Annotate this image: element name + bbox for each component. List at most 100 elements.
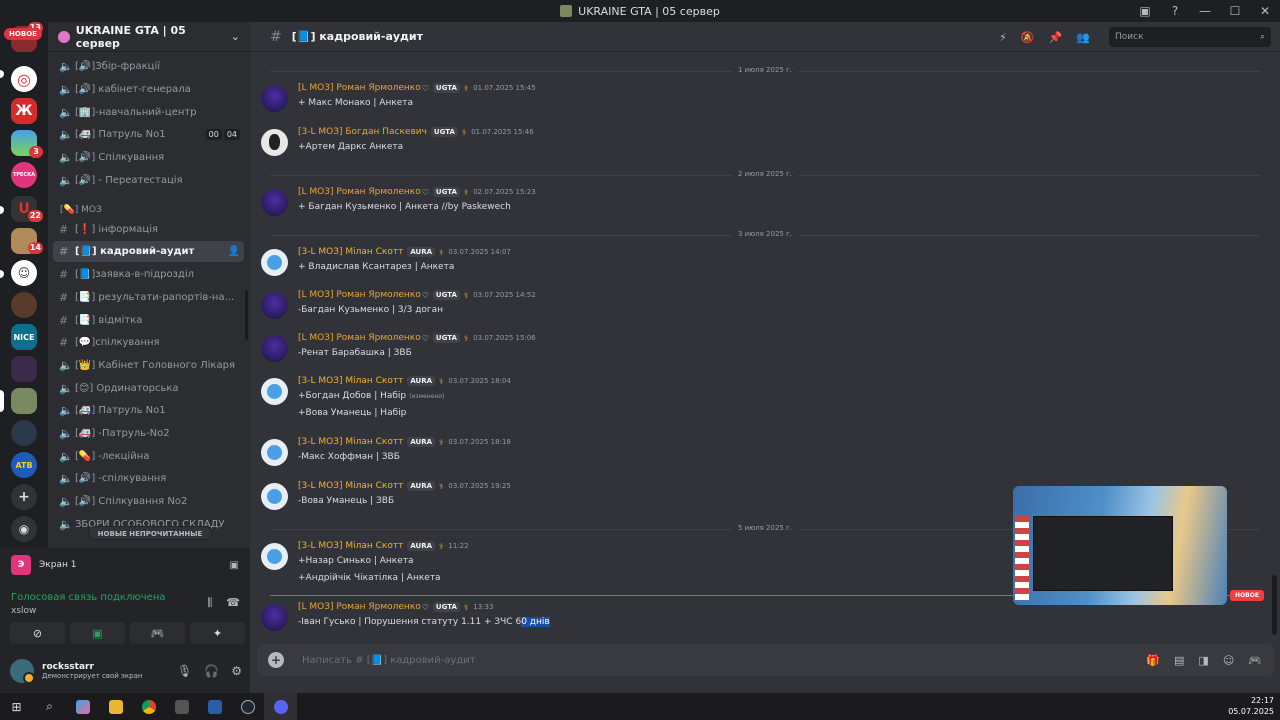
notifications-icon[interactable]: 🔕 [1021,31,1035,44]
avatar[interactable] [261,292,288,319]
server-tag[interactable]: AURA [407,541,436,551]
apps-icon[interactable]: 🎮 [1248,654,1262,667]
avatar[interactable] [261,483,288,510]
channel-voice[interactable]: 🔈 [🚑] Патруль No1 [53,400,244,421]
camera-button[interactable]: ⊘ [10,622,65,644]
author-name[interactable]: [3-L МОЗ] Богдан Паскевич [298,127,427,137]
channel-voice[interactable]: 🔈 [🔊] -спілкування [53,468,244,489]
disconnect-icon[interactable]: ☎ [226,596,240,610]
screen-share-button[interactable]: ▣ [70,622,125,644]
server-tag[interactable]: UGTA [432,83,460,93]
author-name[interactable]: [L МОЗ] Роман Ярмоленко [298,187,421,197]
channel-voice[interactable]: 🔈 [🔊]Збір-фракції [53,56,244,77]
channel-voice[interactable]: 🔈 [🔊] - Переатестація [53,170,244,191]
channel-voice-patrol[interactable]: 🔈 [🚑] Патруль No1 00 04 [53,124,244,145]
file-explorer-icon[interactable] [99,693,132,720]
server-8[interactable]: ☺ [11,260,37,286]
maximize-icon[interactable]: ☐ [1220,4,1250,18]
voice-channel[interactable]: xslow [11,606,36,616]
steam-icon[interactable] [231,693,264,720]
gear-icon[interactable]: ⚙ [231,664,242,678]
server-tag[interactable]: AURA [407,247,436,257]
author-name[interactable]: [3-L МОЗ] Мілан Скотт [298,437,403,447]
avatar[interactable] [261,439,288,466]
avatar[interactable] [261,378,288,405]
stream-preview[interactable] [1013,486,1227,605]
pin-icon[interactable]: 📌 [1049,31,1063,44]
system-clock[interactable]: 22:17 05.07.2025 [1228,695,1274,717]
channel-voice[interactable]: 🔈 [👑] Кабінет Головного Лікаря [53,355,244,376]
add-server-icon[interactable]: + [11,484,37,510]
server-tag[interactable]: AURA [407,437,436,447]
voice-status[interactable]: Голосовая связь подключена [11,592,166,603]
channel-voice[interactable]: 🔈 [🏢]-навчальний-центр [53,102,244,123]
microphone-icon[interactable]: 🎙 [177,664,192,678]
copilot-icon[interactable] [66,693,99,720]
channel-text[interactable]: # [📑] відмітка [53,310,244,331]
user-row[interactable]: rocksstarr Демонстрирует свой экран 🎙 🎧 … [10,656,242,686]
discord-icon[interactable] [264,693,297,720]
channel-text[interactable]: # [❗] інформація [53,219,244,240]
message-input[interactable]: Написать # [📘] кадровий-аудит [302,655,476,666]
server-3[interactable]: Ж [11,98,37,124]
guild-header[interactable]: UKRAINE GTA | 05 сервер ⌄ [48,22,250,52]
channel-scrollbar[interactable] [245,290,248,340]
server-atb[interactable]: ATB [11,452,37,478]
search-input[interactable]: Поиск ⌕ [1109,27,1271,47]
calculator-icon[interactable] [165,693,198,720]
author-name[interactable]: [L МОЗ] Роман Ярмоленко [298,333,421,343]
channel-text[interactable]: # [📑] результати-рапортів-на... [53,287,244,308]
stream-card[interactable]: Э Экран 1 ▣ [5,550,245,580]
avatar[interactable] [261,129,288,156]
attach-icon[interactable]: + [268,652,284,668]
threads-icon[interactable]: ⚡ [999,31,1007,44]
author-name[interactable]: [3-L МОЗ] Мілан Скотт [298,481,403,491]
channel-voice[interactable]: 🔈 [🔊] кабінет-генерала [53,79,244,100]
headphones-icon[interactable]: 🎧 [204,664,219,678]
author-name[interactable]: [3-L МОЗ] Мілан Скотт [298,247,403,257]
author-name[interactable]: [L МОЗ] Роман Ярмоленко [298,290,421,300]
message-scrollbar[interactable] [1272,575,1277,635]
avatar[interactable] [261,85,288,112]
stop-stream-icon[interactable]: ▣ [230,560,239,571]
avatar[interactable] [261,543,288,570]
help-icon[interactable]: ? [1160,4,1190,18]
author-name[interactable]: [3-L МОЗ] Мілан Скотт [298,376,403,386]
server-tag[interactable]: AURA [407,481,436,491]
emoji-icon[interactable]: ☺ [1223,654,1234,667]
noise-suppression-icon[interactable]: ⫼ [207,596,212,610]
server-ukraine-gta[interactable] [11,388,37,414]
server-tag[interactable]: UGTA [432,290,460,300]
message-composer[interactable]: + Написать # [📘] кадровий-аудит 🎁 ▤ ◨ ☺ … [257,644,1274,676]
server-9[interactable] [11,292,37,318]
avatar[interactable] [261,604,288,631]
author-name[interactable]: [3-L МОЗ] Мілан Скотт [298,541,403,551]
close-icon[interactable]: ✕ [1250,4,1280,18]
channel-voice[interactable]: 🔈 [💊] -лекційна [53,446,244,467]
avatar[interactable] [261,189,288,216]
channel-voice[interactable]: 🔈 [😊] Ординаторська [53,378,244,399]
category-moz[interactable]: [💊] МОЗ [60,205,102,215]
channel-voice[interactable]: 🔈 [🔊] Спілкування [53,147,244,168]
server-2[interactable]: ◎ [11,66,37,92]
avatar[interactable] [10,659,35,684]
minimize-icon[interactable]: — [1190,4,1220,18]
sticker-icon[interactable]: ◨ [1198,654,1208,667]
server-tag[interactable]: UGTA [432,187,460,197]
new-messages-badge[interactable]: НОВОЕ [1230,590,1264,601]
activity-button[interactable]: 🎮 [130,622,185,644]
server-nice[interactable]: NICE [11,324,37,350]
gift-icon[interactable]: 🎁 [1146,654,1160,667]
server-tag[interactable]: AURA [407,376,436,386]
server-treska[interactable]: ТРЕСКА [11,162,37,188]
server-13[interactable] [11,420,37,446]
inbox-icon[interactable]: ▣ [1130,4,1160,18]
app-icon[interactable] [198,693,231,720]
channel-voice[interactable]: 🔈 [🔊] Спілкування No2 [53,491,244,512]
server-tag[interactable]: UGTA [432,602,460,612]
member-list-icon[interactable]: 👥 [1076,31,1090,44]
chrome-icon[interactable] [132,693,165,720]
invite-icon[interactable]: 👤 [228,246,240,257]
soundboard-button[interactable]: ✦ [190,622,245,644]
server-tag[interactable]: UGTA [432,333,460,343]
